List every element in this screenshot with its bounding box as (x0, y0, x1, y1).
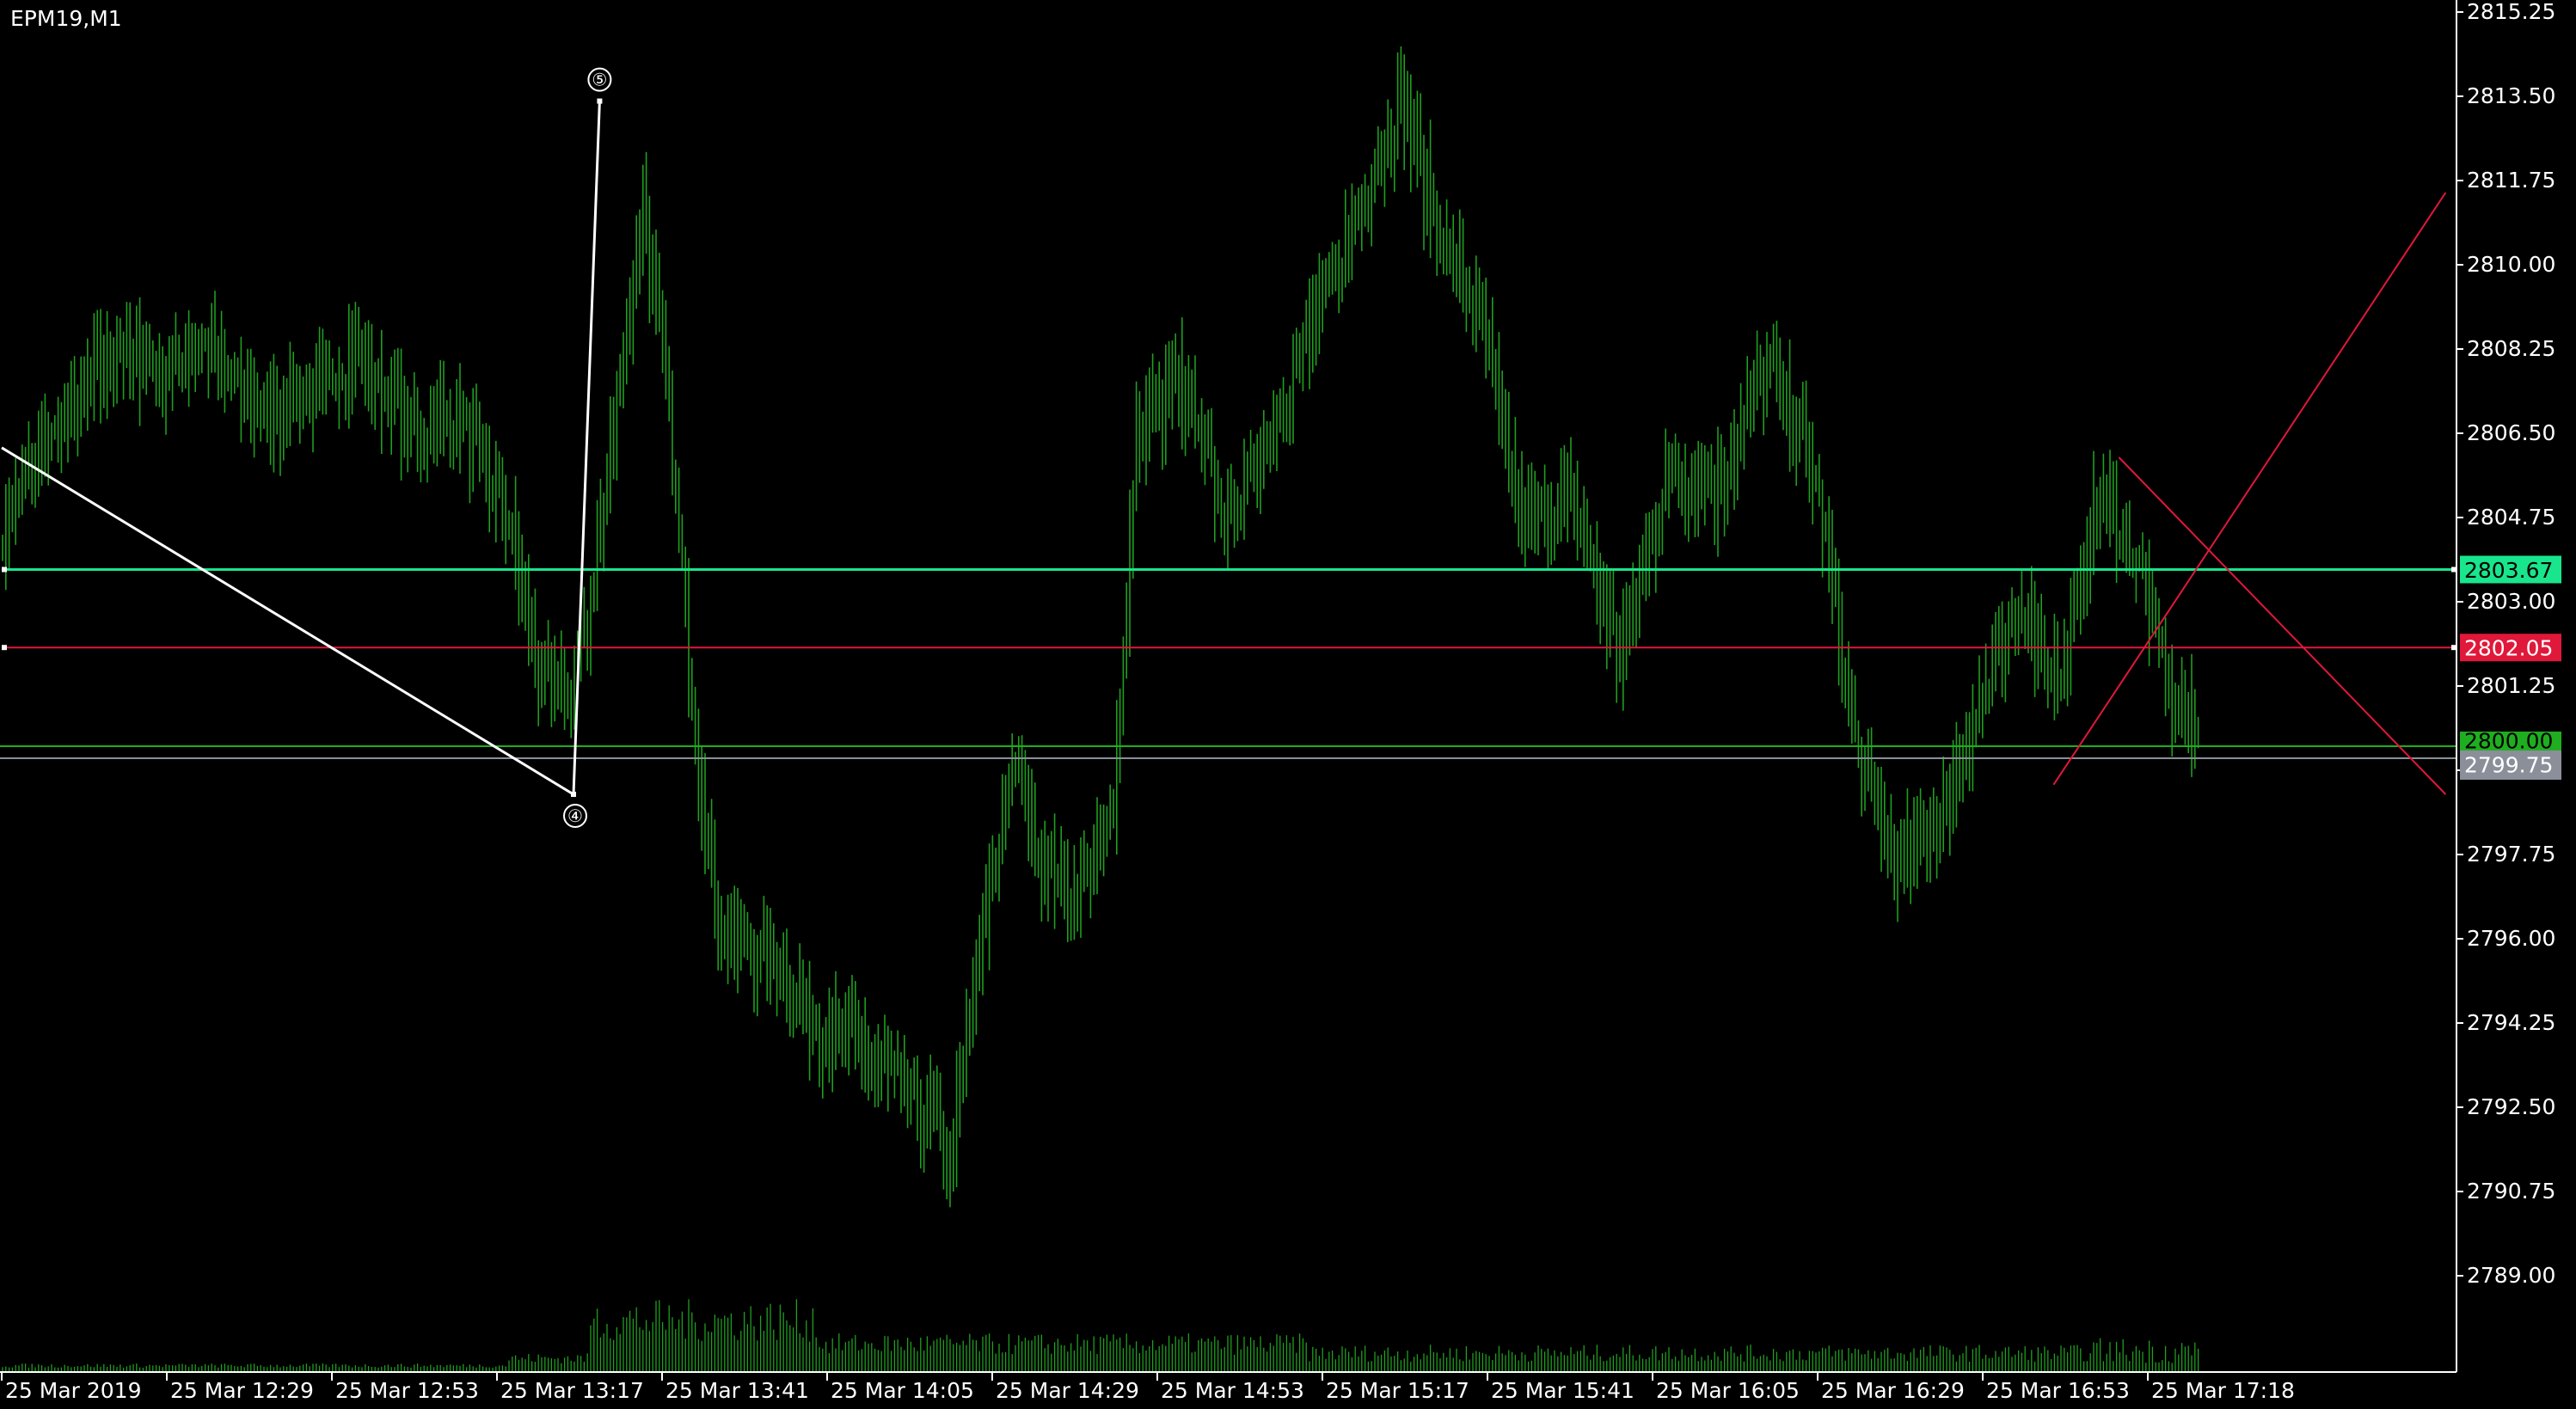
wave-trendline[interactable] (1, 101, 601, 797)
wave-label-5-text: ⑤ (592, 70, 607, 90)
badge-green-level-text: 2803.67 (2464, 558, 2553, 583)
price-tick-label: 2810.00 (2467, 252, 2555, 277)
badge-red-level-text: 2802.05 (2464, 636, 2553, 661)
horizontal-level-green-handle[interactable] (2, 567, 7, 573)
time-tick-label: 25 Mar 16:05 (1656, 1378, 1800, 1403)
time-tick-label: 25 Mar 14:05 (831, 1378, 974, 1403)
volume-histogram (2, 1299, 2199, 1372)
chart-area (0, 0, 2576, 1409)
price-chart[interactable]: ⑤ ④ 2815.25 2813.50 2811.75 2810.00 2808.25 2… (0, 0, 2576, 1409)
badge-bid-text: 2800.00 (2464, 729, 2553, 754)
time-tick-label: 25 Mar 14:53 (1161, 1378, 1304, 1403)
badge-ask-text: 2799.75 (2464, 753, 2553, 778)
chart-window[interactable]: ⑤ ④ 2815.25 2813.50 2811.75 2810.00 2808.25 2… (0, 0, 2576, 1409)
time-tick-label: 25 Mar 12:53 (335, 1378, 479, 1403)
price-tick-label: 2797.75 (2467, 842, 2555, 867)
price-tick-label: 2808.25 (2467, 336, 2555, 361)
time-tick-label: 25 Mar 13:17 (500, 1378, 644, 1403)
wave-trendline-handle[interactable] (571, 792, 576, 797)
price-tick-label: 2790.75 (2467, 1179, 2555, 1204)
price-tick-label: 2815.25 (2467, 0, 2555, 24)
badge-ask: 2799.75 (2460, 750, 2561, 780)
price-tick-label: 2803.00 (2467, 589, 2555, 614)
wave-label-4: ④ (563, 804, 587, 828)
symbol-timeframe-label: EPM19,M1 (10, 6, 122, 31)
time-tick-label: 25 Mar 2019 (5, 1378, 142, 1403)
time-tick-label: 25 Mar 12:29 (170, 1378, 314, 1403)
time-axis[interactable]: 25 Mar 2019 25 Mar 12:29 25 Mar 12:53 25 Ma… (1, 1372, 2295, 1403)
badge-red-level: 2802.05 (2460, 634, 2561, 662)
badge-green-level: 2803.67 (2460, 555, 2561, 584)
price-tick-label: 2811.75 (2467, 168, 2555, 193)
price-bars (2, 46, 2199, 1208)
time-tick-label: 25 Mar 14:29 (996, 1378, 1139, 1403)
wave-label-4-text: ④ (567, 806, 583, 826)
wave-trendline-handle[interactable] (597, 98, 603, 104)
wave-label-5: ⑤ (587, 67, 612, 92)
badge-bid: 2800.00 (2460, 729, 2561, 754)
price-tick-label: 2794.25 (2467, 1010, 2555, 1035)
price-tick-label: 2792.50 (2467, 1094, 2555, 1119)
trendline-red-up[interactable] (2052, 192, 2447, 786)
time-tick-label: 25 Mar 16:29 (1821, 1378, 1965, 1403)
time-tick-label: 25 Mar 16:53 (1986, 1378, 2130, 1403)
time-tick-label: 25 Mar 13:41 (665, 1378, 809, 1403)
horizontal-level-red-handle[interactable] (2, 645, 7, 651)
price-tick-label: 2801.25 (2467, 673, 2555, 698)
price-tick-label: 2806.50 (2467, 420, 2555, 445)
time-tick-label: 25 Mar 17:18 (2151, 1378, 2295, 1403)
price-tick-label: 2804.75 (2467, 505, 2555, 530)
time-tick-label: 25 Mar 15:17 (1326, 1378, 1469, 1403)
price-tick-label: 2796.00 (2467, 926, 2555, 951)
trendline-red-down[interactable] (2118, 456, 2447, 795)
price-tick-label: 2813.50 (2467, 83, 2555, 108)
time-tick-label: 25 Mar 15:41 (1491, 1378, 1635, 1403)
price-tick-label: 2789.00 (2467, 1263, 2555, 1288)
